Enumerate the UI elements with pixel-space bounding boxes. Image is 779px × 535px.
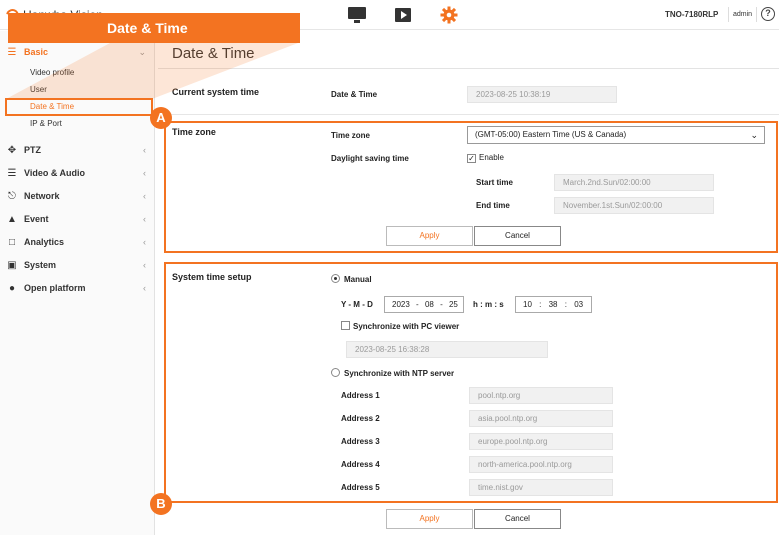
callout-title: Date & Time [107, 20, 188, 36]
badge-a: A [150, 107, 172, 129]
badge-b: B [150, 493, 172, 515]
highlight-date-time-menu [5, 98, 153, 116]
highlight-time-setup-section [164, 262, 778, 503]
highlight-time-zone-section [164, 121, 778, 253]
